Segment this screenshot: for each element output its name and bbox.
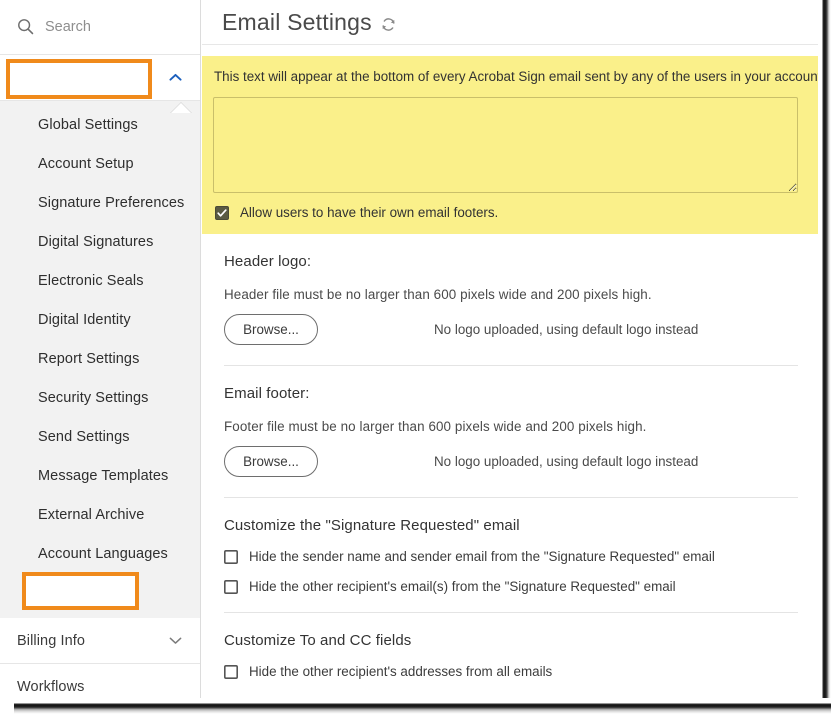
sidebar-item-digital-identity[interactable]: Digital Identity [0,300,200,339]
sidebar-group-account-settings[interactable]: Account Settings [0,55,200,101]
sidebar-item-label: Account Languages [38,545,168,562]
checkbox-allow-own-footers[interactable] [215,205,229,220]
sidebar-item-email-settings[interactable]: Email Settings [0,573,200,612]
sidebar-item-label: Global Settings [38,116,138,133]
section-title: Customize the "Signature Requested" emai… [224,517,520,535]
sidebar-group-label: Billing Info [17,632,86,649]
chevron-down-icon[interactable] [168,636,183,645]
sidebar: Account Settings Global Settings Account… [0,0,201,699]
section-note: Header file must be no larger than 600 p… [224,287,652,303]
email-footer-textarea[interactable] [213,97,798,194]
sidebar-item-signature-preferences[interactable]: Signature Preferences [0,183,200,222]
sidebar-item-label: Report Settings [38,350,140,367]
sidebar-item-label: External Archive [38,506,145,523]
header-logo-status: No logo uploaded, using default logo ins… [434,322,699,338]
section-divider [224,612,798,614]
allow-own-footers-label: Allow users to have their own email foot… [240,205,499,221]
section-divider [224,497,798,499]
email-footer-status: No logo uploaded, using default logo ins… [434,454,699,470]
screenshot-frame: Account Settings Global Settings Account… [0,0,831,714]
sidebar-item-global-settings[interactable]: Global Settings [0,105,200,144]
sidebar-item-label: Digital Identity [38,311,131,328]
frame-edge-right [818,0,831,714]
sidebar-item-label: Digital Signatures [38,233,154,250]
page-header: Email Settings [202,0,818,45]
section-header-logo: Header logo: Header file must be no larg… [202,253,818,346]
section-to-cc-fields: Customize To and CC fields Hide the othe… [202,632,818,679]
sidebar-item-digital-signatures[interactable]: Digital Signatures [0,222,200,261]
sidebar-item-label: Send Settings [38,428,130,445]
sidebar-group-label: Workflows [17,678,85,695]
email-footer-description: This text will appear at the bottom of e… [214,69,818,84]
sidebar-group-billing-info[interactable]: Billing Info [0,618,200,664]
checkbox-hide-recipient-addresses[interactable] [224,664,238,679]
sidebar-item-label: Account Setup [38,155,134,172]
email-footer-text-block: This text will appear at the bottom of e… [202,56,818,235]
section-note: Footer file must be no larger than 600 p… [224,419,647,435]
hide-recipient-addresses-row[interactable]: Hide the other recipient's addresses fro… [224,664,798,679]
header-logo-browse-button[interactable]: Browse... [224,314,318,346]
sidebar-item-external-archive[interactable]: External Archive [0,495,200,534]
hide-other-recipient-emails-row[interactable]: Hide the other recipient's email(s) from… [224,579,798,594]
sidebar-item-security-settings[interactable]: Security Settings [0,378,200,417]
sidebar-item-report-settings[interactable]: Report Settings [0,339,200,378]
sidebar-item-account-languages[interactable]: Account Languages [0,534,200,573]
page-title: Email Settings [222,8,372,35]
main-content: Email Settings This text will appear at … [202,0,818,699]
section-title: Header logo: [224,253,312,271]
checkbox-hide-other-recipient-emails[interactable] [224,579,238,594]
sidebar-item-label: Email Settings [38,584,133,601]
settings-scroll-area: This text will appear at the bottom of e… [202,56,818,679]
search-input[interactable] [45,19,185,35]
section-title: Customize To and CC fields [224,632,412,650]
section-email-footer: Email footer: Footer file must be no lar… [202,385,818,478]
sidebar-item-electronic-seals[interactable]: Electronic Seals [0,261,200,300]
allow-own-footers-row[interactable]: Allow users to have their own email foot… [215,205,804,220]
sidebar-item-send-settings[interactable]: Send Settings [0,417,200,456]
sidebar-group-workflows[interactable]: Workflows [0,664,200,699]
frame-edge-bottom [0,698,831,714]
hide-sender-name-row[interactable]: Hide the sender name and sender email fr… [224,549,798,564]
sidebar-item-label: Signature Preferences [38,194,185,211]
sidebar-subnav: Global Settings Account Setup Signature … [0,101,200,618]
hide-sender-name-label: Hide the sender name and sender email fr… [249,549,715,565]
chevron-up-icon[interactable] [168,73,183,82]
checkbox-hide-sender-name[interactable] [224,549,238,564]
sidebar-group-label: Account Settings [17,69,128,86]
hide-other-recipient-emails-label: Hide the other recipient's email(s) from… [249,579,676,595]
section-divider [224,365,798,367]
search-bar[interactable] [0,0,200,55]
email-footer-browse-button[interactable]: Browse... [224,446,318,478]
sidebar-item-account-setup[interactable]: Account Setup [0,144,200,183]
section-title: Email footer: [224,385,310,403]
header-logo-browse-row: Browse... No logo uploaded, using defaul… [224,314,798,346]
email-footer-browse-row: Browse... No logo uploaded, using defaul… [224,446,798,478]
sidebar-item-label: Electronic Seals [38,272,144,289]
sidebar-item-message-templates[interactable]: Message Templates [0,456,200,495]
hide-recipient-addresses-label: Hide the other recipient's addresses fro… [249,664,553,680]
section-signature-requested: Customize the "Signature Requested" emai… [202,517,818,612]
refresh-icon[interactable] [380,16,397,33]
search-icon [18,19,34,35]
sidebar-item-label: Security Settings [38,389,149,406]
sidebar-item-label: Message Templates [38,467,169,484]
